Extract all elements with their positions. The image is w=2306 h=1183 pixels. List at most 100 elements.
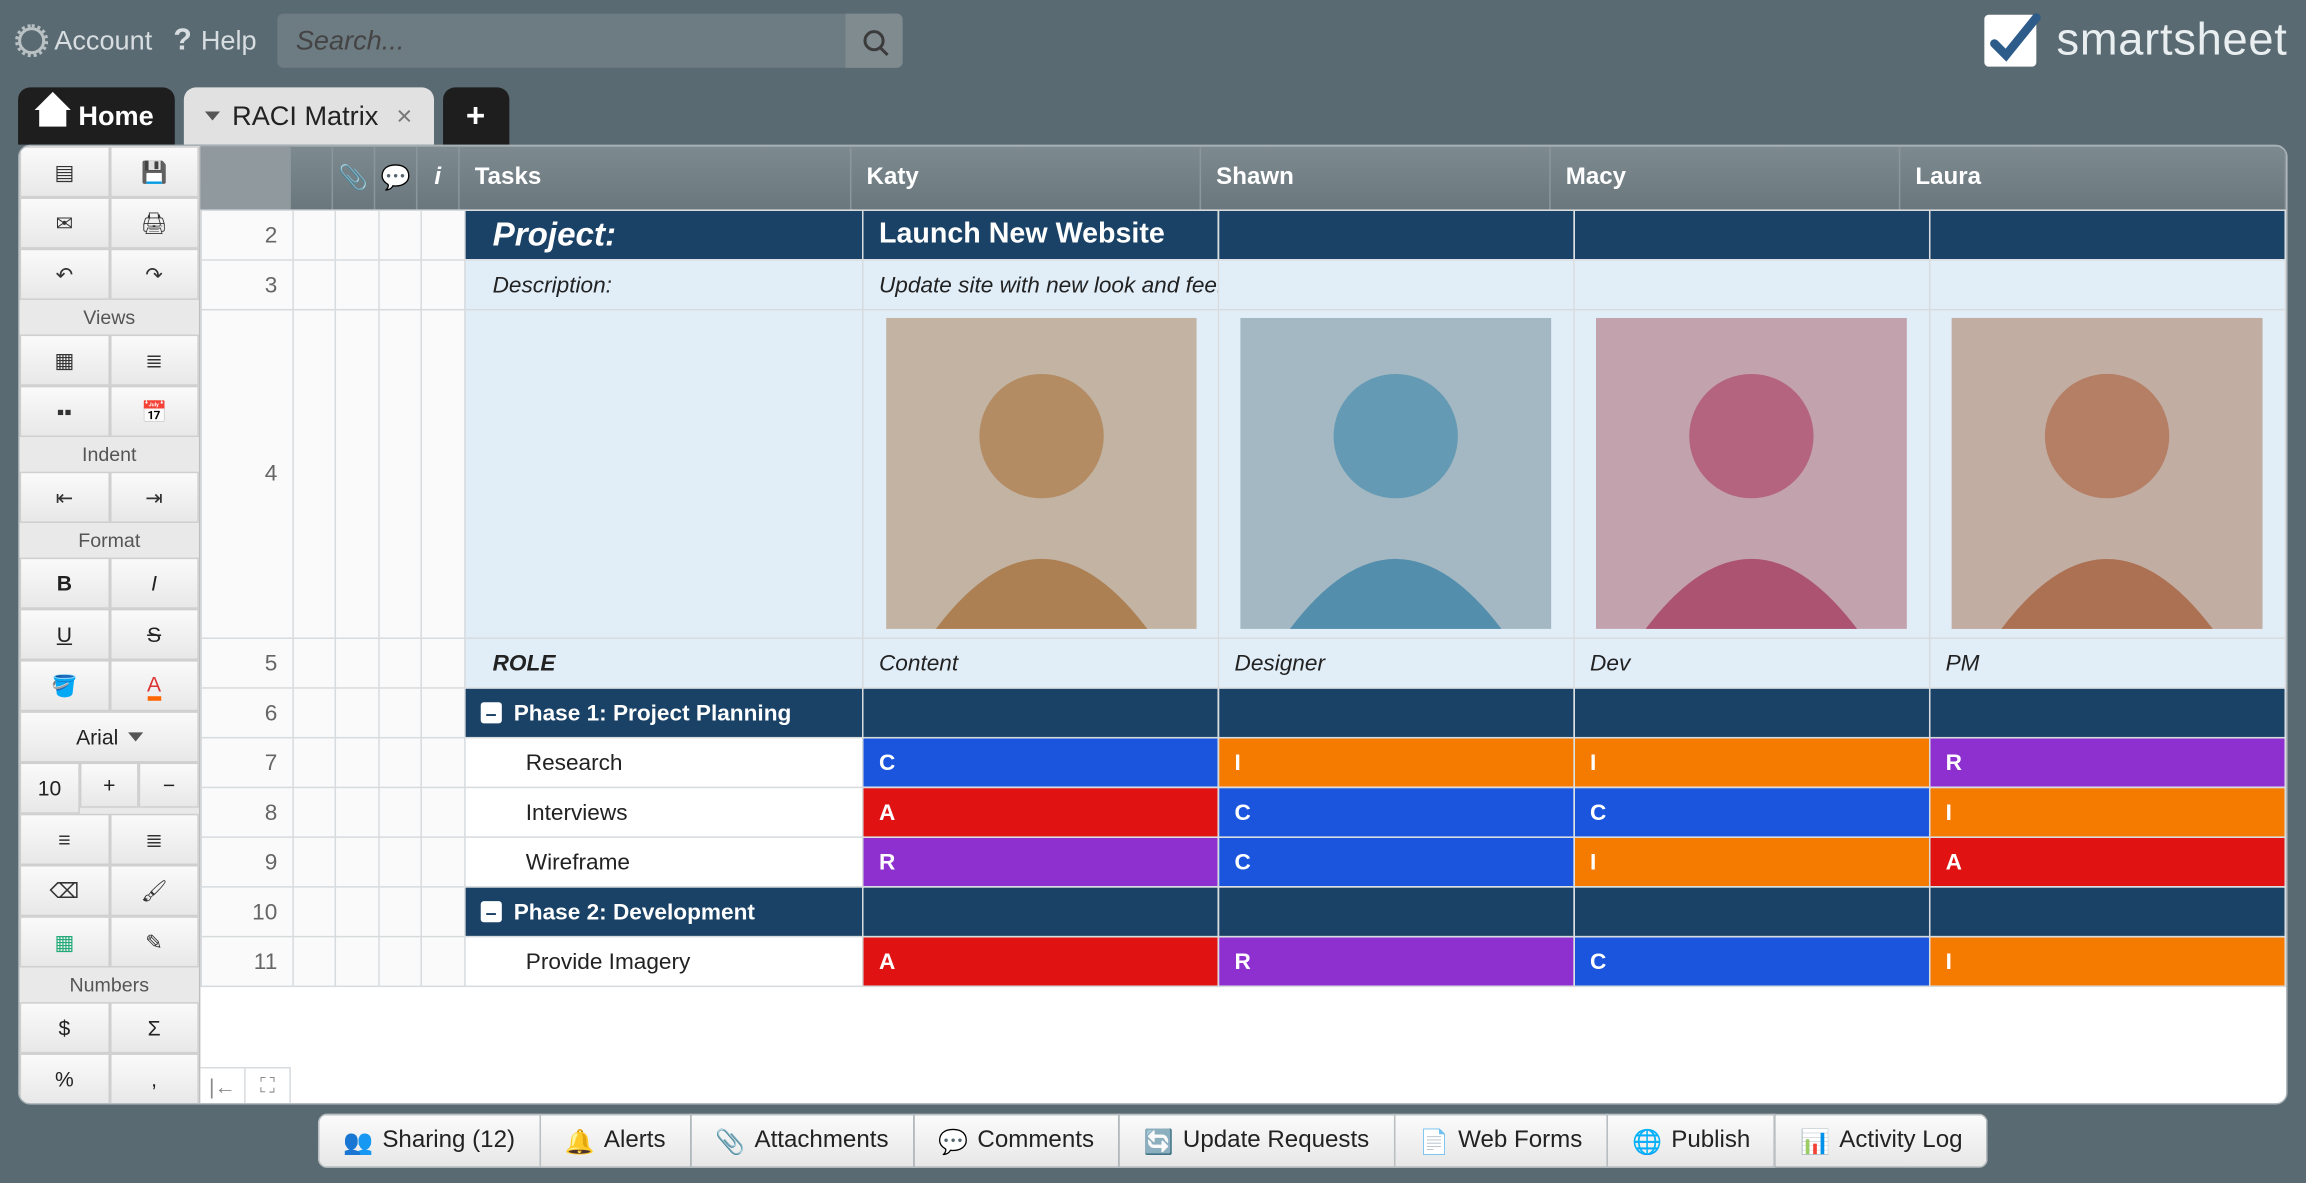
col-header-person-2[interactable]: Macy — [1551, 146, 1901, 209]
expand-col-header[interactable] — [291, 146, 333, 209]
row-number[interactable]: 9 — [201, 837, 293, 887]
info-cell[interactable] — [422, 260, 465, 310]
col-header-person-0[interactable]: Katy — [851, 146, 1201, 209]
attach-cell[interactable] — [336, 837, 379, 887]
expand-cell[interactable] — [293, 837, 336, 887]
info-cell[interactable] — [422, 210, 465, 260]
comment-cell[interactable] — [379, 887, 422, 937]
raci-cell[interactable]: A — [1930, 837, 2286, 887]
row-gutter-header[interactable] — [200, 146, 290, 209]
expand-cell[interactable] — [293, 738, 336, 788]
cell[interactable] — [465, 310, 863, 639]
role-cell[interactable]: PM — [1930, 638, 2286, 688]
alerts-button[interactable]: 🔔 Alerts — [541, 1114, 692, 1168]
cell[interactable] — [1219, 210, 1575, 260]
row-number[interactable]: 11 — [201, 937, 293, 987]
info-cell[interactable] — [422, 837, 465, 887]
web-forms-button[interactable]: 📄 Web Forms — [1395, 1114, 1608, 1168]
cell[interactable] — [1930, 260, 2286, 310]
save-button[interactable]: 💾 — [109, 146, 199, 197]
cell[interactable] — [1219, 887, 1575, 937]
redo-button[interactable]: ↷ — [109, 249, 199, 300]
role-label-cell[interactable]: ROLE — [465, 638, 863, 688]
tab-dropdown-icon[interactable] — [205, 111, 220, 128]
update-requests-button[interactable]: 🔄 Update Requests — [1120, 1114, 1395, 1168]
col-header-person-1[interactable]: Shawn — [1201, 146, 1551, 209]
comment-cell[interactable] — [379, 260, 422, 310]
raci-cell[interactable]: I — [1930, 787, 2286, 837]
mail-button[interactable]: ✉ — [20, 197, 110, 248]
col-header-tasks[interactable]: Tasks — [460, 146, 852, 209]
fill-color-button[interactable]: 🪣 — [20, 660, 110, 711]
text-color-button[interactable]: A — [109, 660, 199, 711]
role-row[interactable]: 5 ROLEContentDesignerDevPM — [201, 638, 2285, 688]
row-number[interactable]: 4 — [201, 310, 293, 639]
expand-cell[interactable] — [293, 937, 336, 987]
task-row[interactable]: 9 WireframeRCIA — [201, 837, 2285, 887]
attach-cell[interactable] — [336, 738, 379, 788]
expand-cell[interactable] — [293, 260, 336, 310]
strike-button[interactable]: S — [109, 609, 199, 660]
attach-cell[interactable] — [336, 310, 379, 639]
info-cell[interactable] — [422, 310, 465, 639]
gantt-view-button[interactable]: ≣ — [109, 335, 199, 386]
collapse-icon[interactable]: – — [481, 901, 502, 922]
align-h-button[interactable]: ≡ — [20, 814, 110, 865]
attach-cell[interactable] — [336, 638, 379, 688]
grid-scroll[interactable]: 2 Project: Launch New Website 3 Descript… — [200, 209, 2286, 1103]
font-size-down[interactable]: − — [139, 763, 199, 808]
cell[interactable] — [1219, 260, 1575, 310]
tab-home[interactable]: Home — [18, 87, 175, 144]
comment-col-header[interactable]: 💬 — [375, 146, 417, 209]
tab-close-icon[interactable]: × — [396, 100, 412, 132]
raci-cell[interactable]: R — [1930, 738, 2286, 788]
tab-add[interactable]: + — [442, 87, 508, 144]
photo-cell[interactable] — [863, 310, 1219, 639]
expand-cell[interactable] — [293, 688, 336, 738]
project-label-cell[interactable]: Project: — [465, 210, 863, 260]
task-row[interactable]: 7 ResearchCIIR — [201, 738, 2285, 788]
info-cell[interactable] — [422, 738, 465, 788]
row-number[interactable]: 7 — [201, 738, 293, 788]
attach-cell[interactable] — [336, 688, 379, 738]
publish-button[interactable]: 🌐 Publish — [1608, 1114, 1776, 1168]
raci-cell[interactable]: I — [1219, 738, 1575, 788]
role-cell[interactable]: Designer — [1219, 638, 1575, 688]
attach-cell[interactable] — [336, 787, 379, 837]
raci-cell[interactable]: A — [863, 937, 1219, 987]
fullscreen-button[interactable]: ⛶ — [246, 1068, 291, 1103]
photo-cell[interactable] — [1930, 310, 2286, 639]
raci-cell[interactable]: I — [1574, 738, 1930, 788]
row-number[interactable]: 2 — [201, 210, 293, 260]
role-cell[interactable]: Content — [863, 638, 1219, 688]
underline-button[interactable]: U — [20, 609, 110, 660]
new-sheet-button[interactable]: ▤ — [20, 146, 110, 197]
help-menu[interactable]: ? Help — [173, 23, 256, 58]
comment-cell[interactable] — [379, 310, 422, 639]
grid-view-button[interactable]: ▦ — [20, 335, 110, 386]
highlight-button[interactable]: ✎ — [109, 916, 199, 967]
comment-cell[interactable] — [379, 638, 422, 688]
task-row[interactable]: 11 Provide ImageryARCI — [201, 937, 2285, 987]
phase-row[interactable]: 10 – Phase 2: Development — [201, 887, 2285, 937]
thousands-button[interactable]: , — [109, 1053, 199, 1103]
attach-cell[interactable] — [336, 260, 379, 310]
task-name-cell[interactable]: Interviews — [465, 787, 863, 837]
conditional-format-button[interactable]: ▦ — [20, 916, 110, 967]
comment-cell[interactable] — [379, 210, 422, 260]
bold-button[interactable]: B — [20, 558, 110, 609]
font-size-up[interactable]: + — [79, 763, 139, 808]
task-name-cell[interactable]: Research — [465, 738, 863, 788]
raci-cell[interactable]: R — [863, 837, 1219, 887]
cell[interactable] — [1930, 210, 2286, 260]
calendar-view-button[interactable]: 📅 — [109, 386, 199, 437]
row-number[interactable]: 8 — [201, 787, 293, 837]
attach-cell[interactable] — [336, 210, 379, 260]
activity-log-button[interactable]: 📊 Activity Log — [1776, 1114, 1988, 1168]
row-number[interactable]: 6 — [201, 688, 293, 738]
info-col-header[interactable]: i — [417, 146, 459, 209]
outdent-button[interactable]: ⇤ — [20, 472, 110, 523]
indent-button[interactable]: ⇥ — [109, 472, 199, 523]
raci-cell[interactable]: I — [1574, 837, 1930, 887]
percent-button[interactable]: % — [20, 1053, 110, 1103]
